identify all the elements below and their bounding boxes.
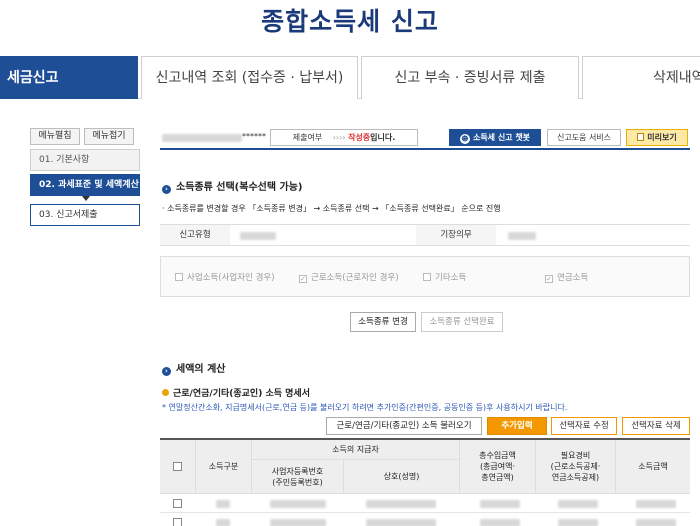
masked-cell	[636, 500, 676, 508]
income-type-header: 소득구분	[196, 440, 252, 494]
change-income-type-button[interactable]: 소득종류 변경	[350, 312, 416, 332]
tab-tax-filing[interactable]: 세금신고	[0, 56, 138, 99]
expense-header: 필요경비 (근로소득공제· 연금소득공제)	[536, 440, 616, 494]
filing-topbar: ****** 제출여부 ›››› 작성중입니다. ☻ 소득세 신고 챗봇 신고도움…	[160, 126, 690, 150]
submit-status-value: 작성중	[348, 133, 371, 142]
income-change-info: · 소득종류를 변경할 경우 「소득종류 변경」 → 소득종류 선택 → 「소득…	[162, 204, 501, 213]
masked-cell	[480, 500, 520, 508]
filing-type-label: 신고유형	[160, 225, 230, 245]
masked-cell	[636, 519, 676, 526]
preview-button[interactable]: 미리보기	[626, 129, 688, 146]
step-tax-calculation[interactable]: 02. 과세표준 및 세액계산	[30, 174, 140, 196]
masked-cell	[216, 500, 230, 508]
tax-section-title-text: 세액의 계산	[176, 364, 226, 375]
option-other-income-label: 기타소득	[435, 273, 467, 283]
masked-cell	[558, 500, 598, 508]
masked-user-name	[162, 134, 242, 142]
masked-user-suffix: ******	[242, 132, 266, 141]
step-arrow-icon	[82, 196, 90, 201]
masked-cell	[366, 500, 436, 508]
payer-header: 소득의 지급자	[252, 440, 460, 460]
submit-status-box: 제출여부 ›››› 작성중입니다.	[270, 129, 418, 146]
orange-dot-icon	[162, 389, 169, 396]
name-header: 상호(성명)	[344, 460, 460, 494]
chatbot-button-label: 소득세 신고 챗봇	[472, 133, 531, 142]
menu-collapse-button[interactable]: 메뉴접기	[84, 128, 134, 145]
row-checkbox[interactable]	[173, 518, 182, 526]
masked-cell	[270, 500, 326, 508]
masked-cell	[480, 519, 520, 526]
masked-cell	[366, 519, 436, 526]
load-income-button[interactable]: 근로/연금/기타(종교인) 소득 불러오기	[326, 417, 482, 435]
section-bullet-icon: ›	[162, 185, 171, 194]
filing-info-table: 신고유형 기장의무	[160, 224, 690, 246]
income-type-options: 사업소득(사업자인 경우) ✓ 근로소득(근로자인 경우) 기타소득 ✓ 연금소득	[160, 256, 690, 297]
submit-status-label: 제출여부	[292, 133, 323, 142]
option-business-income-label: 사업소득(사업자인 경우)	[187, 273, 275, 283]
option-pension-income-label: 연금소득	[557, 273, 589, 283]
income-type-complete-button[interactable]: 소득종류 선택완료	[421, 312, 503, 332]
income-statement-title: 근로/연금/기타(종교인) 소득 명세서	[162, 386, 310, 399]
submit-status-arrows: ››››	[332, 133, 349, 142]
tab-deleted-history[interactable]: 삭제내역	[582, 56, 700, 99]
edit-selected-button[interactable]: 선택자료 수정	[551, 417, 617, 435]
tab-bar: 세금신고 신고내역 조회 (접수증 · 납부서) 신고 부속 · 증빙서류 제출…	[0, 56, 700, 99]
page-title: 종합소득세 신고	[261, 7, 439, 36]
masked-cell	[558, 519, 598, 526]
help-service-button[interactable]: 신고도움 서비스	[547, 129, 621, 146]
option-pension-income[interactable]: ✓ 연금소득	[545, 271, 588, 283]
page-root: 종합소득세 신고 세금신고 신고내역 조회 (접수증 · 납부서) 신고 부속 …	[0, 0, 700, 526]
option-earned-income-label: 근로소득(근로자인 경우)	[311, 273, 399, 283]
add-input-button[interactable]: 추가입력	[487, 417, 547, 435]
income-section-title: › 소득종류 선택(복수선택 가능)	[162, 178, 303, 194]
income-amount-header: 소득금액	[616, 440, 690, 494]
tab-attachments[interactable]: 신고 부속 · 증빙서류 제출	[361, 56, 579, 99]
bookkeeping-label: 기장의무	[416, 225, 496, 245]
section-bullet-icon: ›	[162, 367, 171, 376]
menu-expand-button[interactable]: 메뉴펼침	[30, 128, 80, 145]
filing-type-value	[240, 232, 276, 240]
checkbox-icon	[175, 273, 183, 281]
option-business-income[interactable]: 사업소득(사업자인 경우)	[175, 271, 275, 283]
document-icon	[637, 133, 645, 141]
option-earned-income[interactable]: ✓ 근로소득(근로자인 경우)	[299, 271, 399, 283]
select-all-header	[160, 440, 196, 494]
tab-filing-history[interactable]: 신고내역 조회 (접수증 · 납부서)	[141, 56, 358, 99]
income-statement-title-text: 근로/연금/기타(종교인) 소득 명세서	[173, 389, 310, 399]
checkbox-checked-icon: ✓	[545, 275, 553, 283]
masked-cell	[270, 519, 326, 526]
tax-section-title: › 세액의 계산	[162, 360, 225, 376]
table-row	[160, 514, 690, 526]
total-revenue-header: 총수입금액 (총급여액· 총연금액)	[460, 440, 536, 494]
checkbox-checked-icon: ✓	[299, 275, 307, 283]
row-checkbox[interactable]	[173, 499, 182, 508]
table-row	[160, 495, 690, 513]
option-other-income[interactable]: 기타소득	[423, 271, 466, 283]
masked-cell	[216, 519, 230, 526]
step-basic-info[interactable]: 01. 기본사항	[30, 149, 140, 171]
delete-selected-button[interactable]: 선택자료 삭제	[622, 417, 690, 435]
bookkeeping-value	[508, 232, 536, 240]
checkbox-icon	[423, 273, 431, 281]
chatbot-button[interactable]: ☻ 소득세 신고 챗봇	[449, 129, 541, 146]
select-all-checkbox[interactable]	[173, 462, 182, 471]
step-submit-return[interactable]: 03. 신고서제출	[30, 204, 140, 226]
income-section-title-text: 소득종류 선택(복수선택 가능)	[176, 182, 303, 193]
submit-status-suffix: 입니다.	[370, 133, 396, 142]
income-statement-table: 소득구분 소득의 지급자 사업자등록번호 (주민등록번호) 상호(성명) 총수입…	[160, 438, 690, 526]
preview-button-label: 미리보기	[647, 133, 677, 142]
load-notice: * 연말정산간소화, 지급명세서(근로,연금 등)를 불러오기 하려면 추가인증…	[162, 403, 568, 412]
bizno-header: 사업자등록번호 (주민등록번호)	[252, 460, 344, 494]
chatbot-icon: ☻	[459, 134, 470, 144]
